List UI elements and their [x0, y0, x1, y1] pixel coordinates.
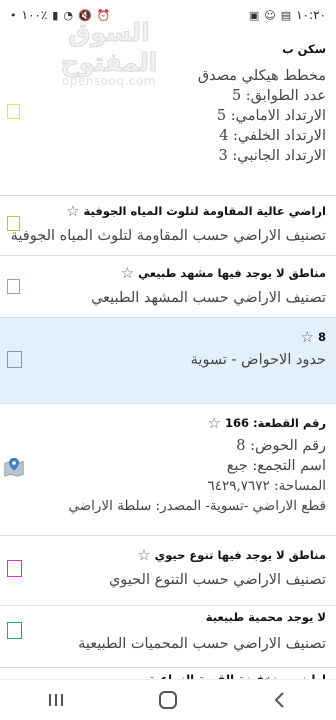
list-item[interactable]: مناطق لا يوجد فيها مشهد طبيعي ☆ تصنيف ال… — [0, 256, 336, 318]
snapchat-icon: ☺ — [264, 8, 276, 22]
star-icon[interactable]: ☆ — [66, 202, 79, 220]
item-line: اسم التجمع: جبع — [226, 458, 326, 474]
star-icon[interactable]: ☆ — [208, 414, 221, 432]
battery-icon: ▮ — [52, 8, 59, 22]
item-title: 8 — [317, 330, 326, 344]
item-title: رقم القطعة: 166 — [225, 416, 326, 430]
mute-icon: 🔇 — [77, 8, 92, 22]
item-line: قطع الاراضي -تسوية- المصدر: سلطة الاراضي — [68, 498, 326, 514]
item-line: رقم الحوض: 8 — [236, 438, 326, 454]
list-item-selected[interactable]: 8 ☆ حدود الاحواض - تسوية — [0, 318, 336, 404]
list-item[interactable]: سكن ب مخطط هيكلي مصدق عدد الطوابق: 5 الا… — [0, 30, 336, 196]
list-item[interactable]: اراضي عالية المقاومة لتلوث المياه الجوفي… — [0, 196, 336, 256]
layer-color-swatch[interactable] — [7, 104, 20, 119]
item-line: الارتداد الخلفي: 4 — [219, 128, 326, 144]
recents-button[interactable] — [31, 685, 81, 715]
wifi-icon: ◔ — [63, 8, 73, 22]
back-icon — [274, 692, 284, 708]
item-line: مخطط هيكلي مصدق — [197, 68, 326, 84]
layer-color-swatch[interactable] — [7, 622, 22, 639]
list-item[interactable]: مناطق لا يوجد فيها تنوع حيوي ☆ تصنيف الا… — [0, 536, 336, 606]
gallery-icon: ▣ — [248, 8, 260, 22]
item-line: الارتداد الامامي: 5 — [216, 108, 326, 124]
star-icon[interactable]: ☆ — [137, 546, 150, 564]
item-title: مناطق لا يوجد فيها مشهد طبيعي — [138, 266, 326, 280]
status-left: • ١٠٠٪ ▮ ◔ 🔇 ⏰ — [10, 8, 110, 22]
recents-icon — [49, 694, 63, 706]
item-title: سكن ب — [282, 42, 326, 56]
item-title: مناطق لا يوجد فيها تنوع حيوي — [154, 548, 326, 562]
feature-list[interactable]: سكن ب مخطط هيكلي مصدق عدد الطوابق: 5 الا… — [0, 30, 336, 680]
layer-color-swatch[interactable] — [7, 279, 20, 294]
clock: ١٠:٢٠ — [296, 8, 326, 22]
item-line: تصنيف الاراضي حسب التنوع الحيوي — [108, 572, 326, 588]
item-line: المساحة: ٦٤٢٩,٧٦٧٢ — [207, 478, 326, 494]
home-icon — [159, 691, 177, 709]
alarm-icon: ⏰ — [96, 8, 111, 22]
messages-icon: ▤ — [280, 8, 292, 22]
item-title: اراضي عالية المقاومة لتلوث المياه الجوفي… — [83, 204, 326, 218]
layer-color-swatch[interactable] — [7, 351, 22, 368]
item-line: تصنيف الاراضي حسب المحميات الطبيعية — [78, 636, 326, 652]
status-bar: • ١٠٠٪ ▮ ◔ 🔇 ⏰ ▣ ☺ ▤ ١٠:٢٠ — [0, 0, 336, 30]
item-line: تصنيف الاراضي حسب المشهد الطبيعي — [91, 290, 326, 306]
item-line: عدد الطوابق: 5 — [231, 88, 326, 104]
battery-percent: ١٠٠٪ — [21, 8, 48, 22]
list-item[interactable]: رقم القطعة: 166 ☆ رقم الحوض: 8 اسم التجم… — [0, 404, 336, 536]
system-nav-bar — [0, 679, 336, 720]
star-icon[interactable]: ☆ — [121, 264, 134, 282]
dot-icon: • — [10, 8, 17, 22]
item-title: لا يوجد محمية طبيعية — [205, 610, 326, 624]
item-line: الارتداد الجانبي: 3 — [218, 148, 327, 164]
item-line: حدود الاحواض - تسوية — [190, 352, 326, 368]
list-item[interactable]: لا يوجد محمية طبيعية تصنيف الاراضي حسب ا… — [0, 606, 336, 668]
home-button[interactable] — [143, 685, 193, 715]
item-line: تصنيف الاراضي حسب المقاومة لتلوث المياه … — [10, 228, 326, 244]
star-icon[interactable]: ☆ — [301, 328, 314, 346]
layer-color-swatch[interactable] — [7, 560, 22, 577]
back-button[interactable] — [255, 685, 305, 715]
status-right: ▣ ☺ ▤ ١٠:٢٠ — [249, 8, 326, 22]
map-pin-icon[interactable] — [3, 456, 25, 478]
